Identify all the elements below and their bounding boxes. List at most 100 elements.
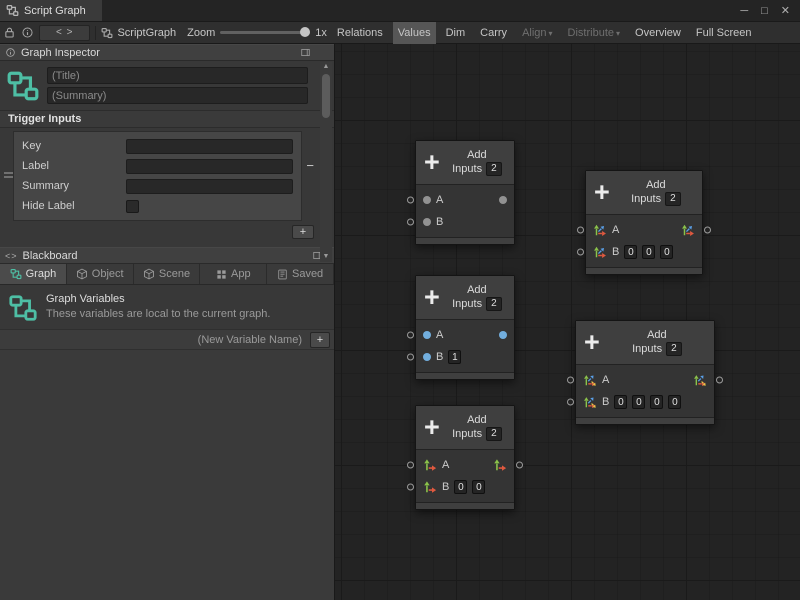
relations-button[interactable]: Relations (332, 22, 388, 44)
dim-button[interactable]: Dim (441, 22, 471, 44)
graph-canvas[interactable]: + Add Inputs2 A (335, 44, 800, 600)
generic-port-dot[interactable] (499, 196, 507, 204)
align-dropdown[interactable]: Align▾ (517, 22, 557, 44)
tab-scene[interactable]: Scene (134, 264, 201, 284)
node-add-inputs-vector2[interactable]: + Add Inputs2 A (415, 405, 515, 510)
label-input[interactable] (126, 159, 293, 174)
vector3-icon (593, 245, 607, 259)
input-port[interactable] (567, 376, 574, 383)
window-tab[interactable]: Script Graph (0, 0, 102, 21)
graph-variables-block: Graph Variables These variables are loca… (0, 285, 334, 329)
chevron-down-icon: ▾ (616, 29, 620, 38)
graph-icon (101, 27, 113, 39)
input-port[interactable] (567, 398, 574, 405)
close-button[interactable]: ✕ (781, 4, 790, 17)
number-port-dot[interactable] (423, 331, 431, 339)
node-footer (586, 267, 702, 274)
zoom-slider[interactable] (220, 31, 310, 34)
output-port[interactable] (716, 376, 723, 383)
app-tab-icon (216, 269, 227, 280)
unit-selector-button[interactable]: < > (39, 25, 90, 41)
minimize-button[interactable]: ─ (740, 5, 748, 17)
full-screen-button[interactable]: Full Screen (691, 22, 757, 44)
node-add-inputs-generic[interactable]: + Add Inputs2 A (415, 140, 515, 245)
tab-app[interactable]: App (200, 264, 267, 284)
overview-button[interactable]: Overview (630, 22, 686, 44)
value-field[interactable]: 0 (668, 395, 681, 409)
input-port[interactable] (577, 226, 584, 233)
graph-asset-label[interactable]: ScriptGraph (101, 27, 182, 39)
key-input[interactable] (126, 139, 293, 154)
value-field[interactable]: 0 (642, 245, 655, 259)
output-port[interactable] (516, 461, 523, 468)
values-button[interactable]: Values (393, 22, 436, 44)
value-field[interactable]: 0 (454, 480, 467, 494)
vector3-icon (681, 223, 695, 237)
maximize-button[interactable]: □ (761, 5, 768, 17)
input-port[interactable] (407, 483, 414, 490)
graph-title-input[interactable] (47, 67, 308, 84)
summary-input[interactable] (126, 179, 293, 194)
remove-item-button[interactable]: − (306, 161, 314, 171)
number-port-dot[interactable] (499, 331, 507, 339)
node-footer (576, 417, 714, 424)
input-count-field[interactable]: 2 (486, 297, 502, 311)
graph-summary-input[interactable] (47, 87, 308, 104)
input-count-field[interactable]: 2 (666, 342, 682, 356)
input-count-field[interactable]: 2 (486, 162, 502, 176)
lock-icon[interactable] (3, 26, 16, 39)
generic-port-dot[interactable] (423, 218, 431, 226)
scrollbar-thumb[interactable] (322, 74, 330, 118)
inspector-scrollbar[interactable]: ▲ ▼ (320, 62, 332, 262)
value-field[interactable]: 0 (472, 480, 485, 494)
node-footer (416, 502, 514, 509)
graph-variables-subtitle: These variables are local to the current… (46, 308, 270, 320)
value-field[interactable]: 0 (632, 395, 645, 409)
scroll-down-arrow[interactable]: ▼ (323, 252, 330, 262)
value-field[interactable]: 0 (660, 245, 673, 259)
add-trigger-input-button[interactable]: + (292, 225, 314, 239)
input-port[interactable] (407, 196, 414, 203)
port-row-b: B (423, 211, 507, 233)
scroll-up-arrow[interactable]: ▲ (323, 62, 330, 72)
node-body: A B 0 0 0 (586, 215, 702, 267)
value-field[interactable]: 0 (614, 395, 627, 409)
zoom-track[interactable] (220, 31, 310, 34)
port-row-a: A (423, 454, 507, 476)
vector4-icon (583, 395, 597, 409)
node-add-inputs-float[interactable]: + Add Inputs2 A (415, 275, 515, 380)
output-port[interactable] (704, 226, 711, 233)
input-port[interactable] (407, 461, 414, 468)
tab-graph[interactable]: Graph (0, 264, 67, 284)
node-add-inputs-vector4[interactable]: + Add Inputs2 A (575, 320, 715, 425)
input-port[interactable] (577, 248, 584, 255)
value-field[interactable]: 0 (650, 395, 663, 409)
new-variable-input[interactable] (8, 334, 310, 346)
input-port[interactable] (407, 331, 414, 338)
input-port[interactable] (407, 218, 414, 225)
input-count-field[interactable]: 2 (486, 427, 502, 441)
generic-port-dot[interactable] (423, 196, 431, 204)
number-port-dot[interactable] (423, 353, 431, 361)
hide-label-checkbox[interactable] (126, 200, 139, 213)
node-add-inputs-vector3[interactable]: + Add Inputs2 A (585, 170, 703, 275)
port-row-b: B 0 0 0 0 (583, 391, 707, 413)
input-port[interactable] (407, 353, 414, 360)
tab-saved[interactable]: Saved (267, 264, 334, 284)
port-row-b: B 0 0 0 (593, 241, 695, 263)
input-count-field[interactable]: 2 (665, 192, 681, 206)
zoom-handle[interactable] (300, 27, 310, 37)
value-field[interactable]: 0 (624, 245, 637, 259)
dock-window-icon[interactable] (300, 47, 311, 58)
graph-variables-icon (8, 293, 38, 323)
drag-handle-icon[interactable] (4, 172, 13, 177)
info-icon[interactable] (21, 26, 34, 39)
add-icon: + (594, 182, 610, 202)
value-field[interactable]: 1 (448, 350, 461, 364)
tab-object[interactable]: Object (67, 264, 134, 284)
distribute-dropdown[interactable]: Distribute▾ (563, 22, 625, 44)
add-variable-button[interactable]: + (310, 332, 330, 348)
port-label: A (442, 459, 449, 471)
carry-button[interactable]: Carry (475, 22, 512, 44)
graph-node-icon (6, 69, 40, 103)
